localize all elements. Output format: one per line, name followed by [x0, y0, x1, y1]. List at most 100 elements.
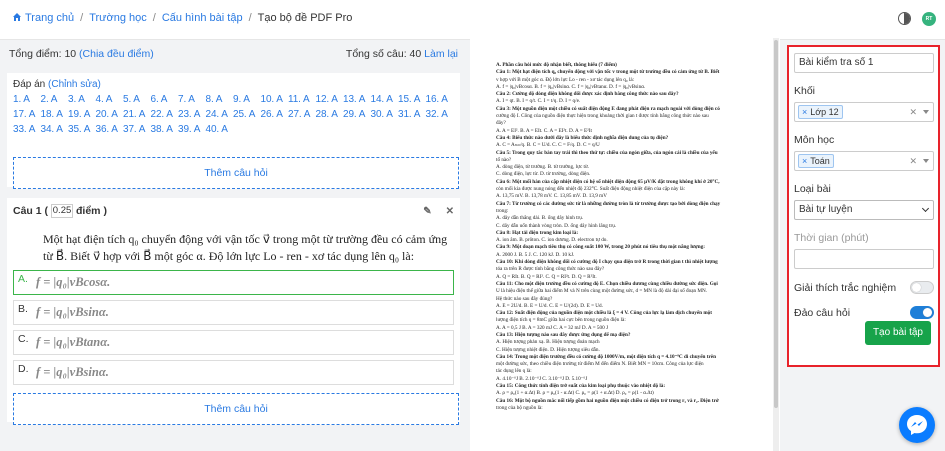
preview-line: Câu 3: Một nguồn điện một chiều có suất … [496, 105, 720, 112]
answer-item[interactable]: 40. A [206, 124, 234, 135]
answer-item[interactable]: 7. A [178, 94, 206, 105]
total-points: Tổng điểm: 10 [9, 48, 77, 60]
answer-item[interactable]: 36. A [96, 124, 124, 135]
answer-item[interactable]: 26. A [261, 109, 289, 120]
answer-item[interactable]: 38. A [151, 124, 179, 135]
answer-item[interactable]: 30. A [371, 109, 399, 120]
answer-item[interactable]: 24. A [206, 109, 234, 120]
edit-answers-link[interactable]: (Chỉnh sửa) [48, 79, 101, 90]
preview-line: C. dây dẫn uốn thành vòng tròn. D. ống d… [496, 222, 617, 229]
caret-down-icon[interactable] [923, 110, 929, 114]
answer-item[interactable]: 3. A [68, 94, 96, 105]
answer-item[interactable]: 5. A [123, 94, 151, 105]
answer-item[interactable]: 29. A [343, 109, 371, 120]
clear-icon[interactable]: ✕ [909, 156, 917, 167]
answer-item[interactable]: 9. A [233, 94, 261, 105]
pdf-preview[interactable]: A. Phần câu hỏi mức độ nhận biết, thông … [470, 38, 780, 451]
answer-item[interactable]: 31. A [398, 109, 426, 120]
preview-line: C. Hiện tượng nhiệt điện. D. Hiện tượng … [496, 346, 600, 353]
answer-item[interactable]: 35. A [68, 124, 96, 135]
answer-item[interactable]: 12. A [316, 94, 344, 105]
answer-item[interactable]: 21. A [123, 109, 151, 120]
question-score-input[interactable]: 0.25 [51, 204, 74, 218]
answer-option[interactable]: C. f = |q₀|vBtanα. [13, 330, 454, 355]
theme-toggle-icon[interactable] [898, 12, 911, 25]
answer-item[interactable]: 13. A [343, 94, 371, 105]
time-input[interactable] [794, 249, 934, 269]
explain-label: Giải thích trắc nghiệm [794, 281, 897, 294]
preview-line: Câu 2: Cường độ dòng điện không đổi được… [496, 91, 679, 98]
option-formula: f = |q₀|vBsinα. [36, 365, 109, 379]
preview-line: A. C = Aₘₙ/q. B. C = U/d. C. C = F/q. D.… [496, 142, 600, 149]
breadcrumb-school[interactable]: Trường học [89, 12, 147, 24]
answer-option[interactable]: B. f = |q₀|vBsinα. [13, 300, 454, 325]
answer-item[interactable]: 34. A [41, 124, 69, 135]
shuffle-toggle[interactable] [910, 306, 934, 319]
messenger-chat-button[interactable] [899, 407, 935, 443]
answer-item[interactable]: 23. A [178, 109, 206, 120]
redo-link[interactable]: Làm lại [424, 48, 458, 60]
create-exercise-button[interactable]: Tạo bài tập [864, 321, 931, 345]
answer-item[interactable]: 1. A [13, 94, 41, 105]
answer-item[interactable]: 10. A [261, 94, 289, 105]
breadcrumb-home[interactable]: Trang chủ [12, 12, 74, 24]
answer-item[interactable]: 28. A [316, 109, 344, 120]
answer-item[interactable]: 2. A [41, 94, 69, 105]
preview-line: Câu 13: Hiện tượng nào sau đây được ứng … [496, 331, 631, 338]
answer-item[interactable]: 32. A [426, 109, 454, 120]
exam-name-input[interactable]: Bài kiểm tra số 1 [794, 53, 934, 73]
preview-line: A. A = EI². B. A = EIt. C. A = EI²t. D. … [496, 127, 592, 134]
answer-option[interactable]: D. f = |q₀|vBsinα. [13, 360, 454, 385]
preview-scroll-thumb[interactable] [774, 40, 778, 408]
subject-select[interactable]: × Toán ✕ [794, 151, 934, 171]
avatar[interactable]: RT [922, 12, 936, 26]
answer-item[interactable]: 27. A [288, 109, 316, 120]
preview-scrollbar[interactable] [773, 38, 779, 451]
answer-item[interactable]: 22. A [151, 109, 179, 120]
preview-line: A. dây dẫn thẳng dài. B. ống dây hình tr… [496, 215, 584, 222]
answer-item[interactable]: 6. A [151, 94, 179, 105]
answer-item[interactable]: 17. A [13, 109, 41, 120]
edit-pencil-icon[interactable]: ✎ [423, 206, 431, 217]
answer-item[interactable]: 25. A [233, 109, 261, 120]
answer-item[interactable]: 15. A [398, 94, 426, 105]
answer-item[interactable]: 16. A [426, 94, 454, 105]
subject-tag[interactable]: × Toán [798, 154, 834, 168]
answer-item[interactable]: 20. A [96, 109, 124, 120]
divide-points-link[interactable]: (Chia đều điểm) [79, 48, 154, 60]
grade-select[interactable]: × Lớp 12 ✕ [794, 102, 934, 122]
preview-line: A. ion âm. B. prôton. C. ion dương. D. e… [496, 237, 608, 244]
messenger-icon [907, 415, 927, 435]
explain-toggle[interactable] [910, 281, 934, 294]
breadcrumb-exercise-config[interactable]: Cấu hình bài tập [162, 12, 243, 24]
preview-line: A. 13,75 mV. B. 13,78 mV. C. 13,85 mV. D… [496, 193, 607, 200]
answer-item[interactable]: 33. A [13, 124, 41, 135]
remove-tag-icon[interactable]: × [802, 156, 807, 166]
answer-item[interactable]: 11. A [288, 94, 316, 105]
answer-item[interactable]: 39. A [178, 124, 206, 135]
preview-line: Câu 1: Một hạt điện tích q₀ chuyển động … [496, 69, 720, 76]
summary-bar: Tổng điểm: 10 (Chia đều điểm) Tổng số câ… [0, 48, 467, 64]
answer-item[interactable]: 14. A [371, 94, 399, 105]
clear-icon[interactable]: ✕ [909, 107, 917, 118]
question-text: Một hạt điện tích q₀ chuyển động với vận… [43, 232, 448, 263]
answer-item[interactable]: 37. A [123, 124, 151, 135]
answer-item[interactable]: 4. A [96, 94, 124, 105]
remove-tag-icon[interactable]: × [802, 107, 807, 117]
breadcrumb-current: Tạo bộ đề PDF Pro [257, 12, 353, 24]
delete-close-icon[interactable]: ✕ [446, 206, 454, 217]
answer-item[interactable]: 19. A [68, 109, 96, 120]
grade-tag[interactable]: × Lớp 12 [798, 105, 843, 119]
chevron-down-icon [921, 204, 930, 213]
preview-line: đây? [496, 120, 506, 127]
answer-option[interactable]: A. f = |q₀|vBcosα. [13, 270, 454, 295]
exercise-type-select[interactable]: Bài tự luyện [794, 200, 934, 220]
question-options: A. f = |q₀|vBcosα. B. f = |q₀|vBsinα. C. f = … [13, 270, 454, 385]
caret-down-icon[interactable] [923, 159, 929, 163]
answer-item[interactable]: 18. A [41, 109, 69, 120]
answer-item[interactable]: 8. A [206, 94, 234, 105]
add-question-button-bottom[interactable]: Thêm câu hỏi [13, 393, 459, 425]
preview-line: Câu 8: Hạt tải điện trong kim loại là: [496, 229, 579, 236]
add-question-button-top[interactable]: Thêm câu hỏi [13, 157, 459, 189]
preview-line: Câu 10: Khi dòng điện không đổi có cường… [496, 259, 718, 266]
